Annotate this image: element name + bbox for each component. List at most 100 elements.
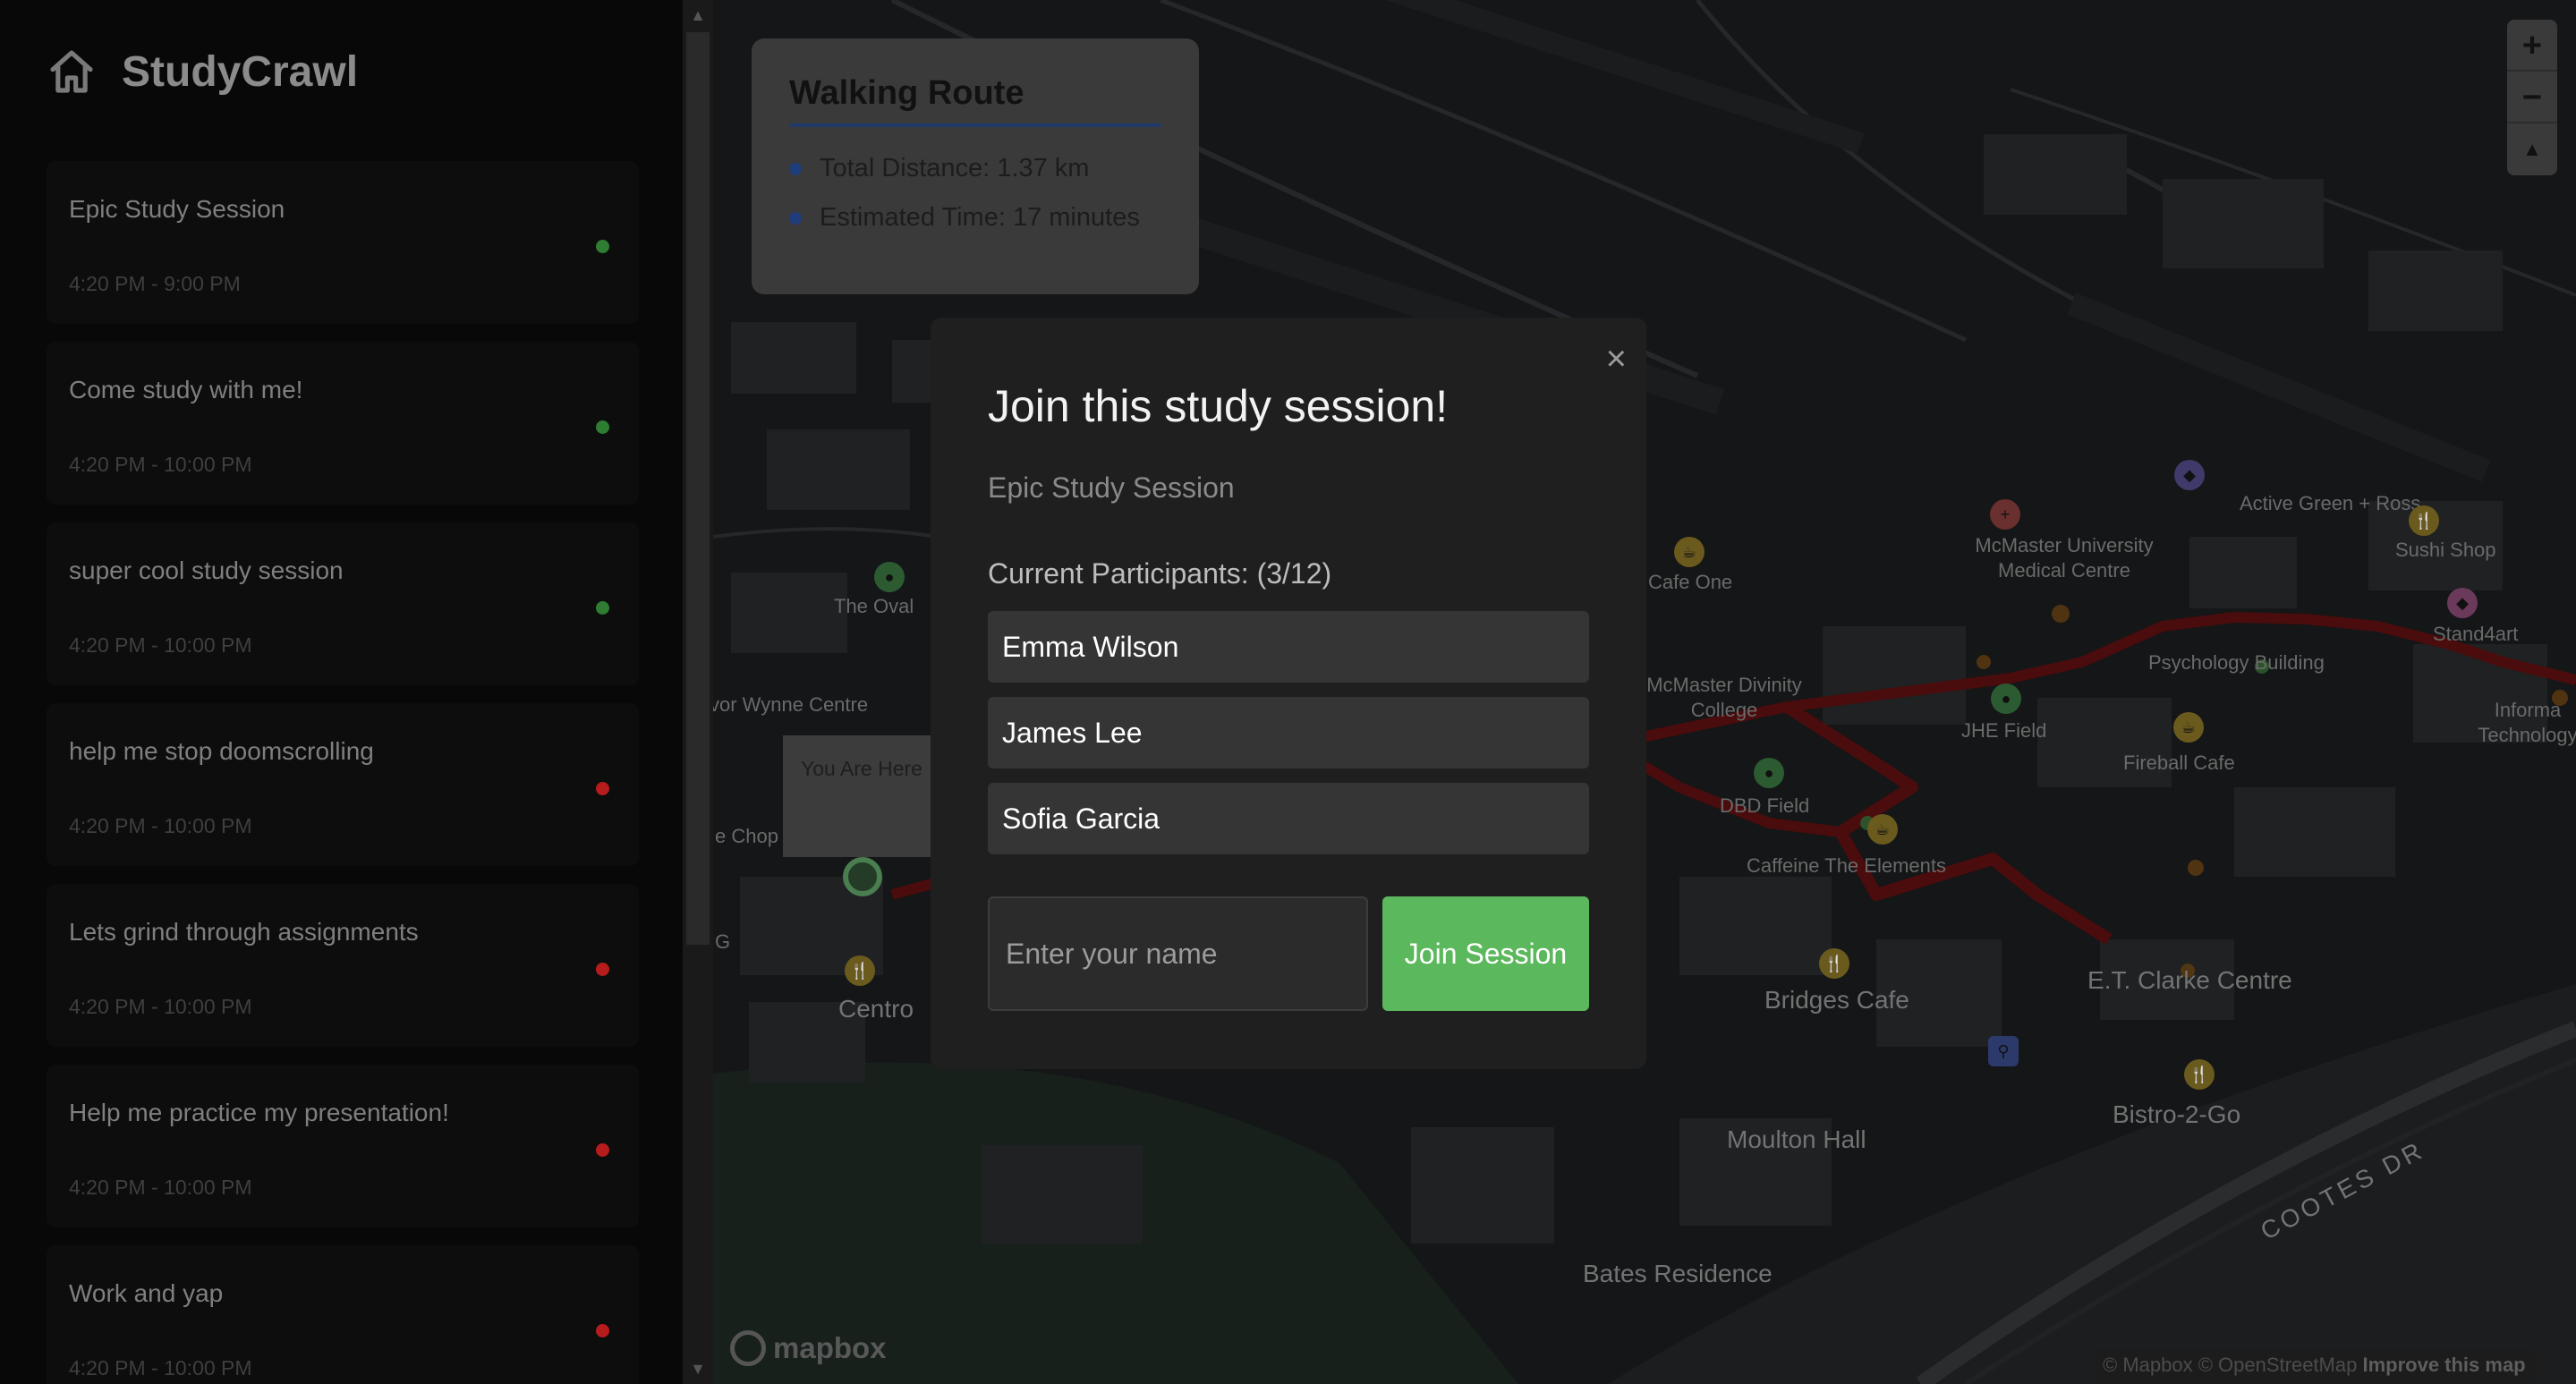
map-label-the-oval: The Oval: [834, 595, 914, 617]
art-pin-icon[interactable]: ◆: [2447, 588, 2478, 618]
route-title: Walking Route: [789, 74, 1161, 127]
map-label-stand4art: Stand4art: [2433, 623, 2519, 645]
brand[interactable]: StudyCrawl: [47, 47, 358, 97]
session-card[interactable]: Come study with me! 4:20 PM - 10:00 PM: [47, 342, 639, 505]
you-are-here-text: You Are Here: [801, 757, 922, 780]
cafe-pin-icon[interactable]: ☕: [1674, 537, 1705, 567]
session-card[interactable]: Lets grind through assignments 4:20 PM -…: [47, 884, 639, 1047]
sidebar-scrollbar[interactable]: ▲ ▼: [683, 0, 713, 1384]
walking-route-card: Walking Route Total Distance: 1.37 km Es…: [752, 38, 1199, 294]
session-card[interactable]: Epic Study Session 4:20 PM - 9:00 PM: [47, 161, 639, 324]
session-name: super cool study session: [69, 556, 344, 584]
participant-item: Sofia Garcia: [988, 783, 1589, 854]
restaurant-pin-icon[interactable]: 🍴: [1819, 948, 1849, 979]
close-icon[interactable]: ×: [1606, 341, 1627, 377]
compass-icon[interactable]: ▲: [2507, 123, 2557, 175]
session-time: 4:20 PM - 10:00 PM: [69, 1356, 252, 1380]
app-root: StudyCrawl Epic Study Session 4:20 PM - …: [0, 0, 2576, 1384]
mapbox-logo-icon: [730, 1330, 766, 1366]
join-session-button[interactable]: Join Session: [1382, 896, 1589, 1011]
session-name: Come study with me!: [69, 376, 303, 403]
status-dot: [596, 601, 609, 615]
scroll-down-arrow-icon[interactable]: ▼: [683, 1354, 713, 1384]
mapbox-logo[interactable]: mapbox: [730, 1330, 887, 1366]
user-location-marker[interactable]: [843, 857, 882, 896]
session-card[interactable]: super cool study session 4:20 PM - 10:00…: [47, 522, 639, 685]
status-dot: [596, 963, 609, 976]
map-label-moulton-hall: Moulton Hall: [1727, 1125, 1866, 1153]
scroll-up-arrow-icon[interactable]: ▲: [683, 0, 713, 30]
status-dot: [596, 782, 609, 795]
status-dot: [596, 240, 609, 253]
session-name: Lets grind through assignments: [69, 918, 419, 946]
route-distance: Total Distance: 1.37 km: [789, 154, 1161, 183]
map-label-g: G: [715, 930, 731, 953]
session-time: 4:20 PM - 9:00 PM: [69, 272, 241, 295]
attribution-text: © Mapbox © OpenStreetMap: [2103, 1354, 2358, 1376]
map-label-bates-residence: Bates Residence: [1583, 1260, 1773, 1287]
map-attribution: © Mapbox © OpenStreetMap Improve this ma…: [2094, 1349, 2535, 1381]
scrollbar-thumb[interactable]: [686, 32, 710, 945]
map-label-wynne-centre: vor Wynne Centre: [713, 693, 869, 716]
map-controls: + − ▲: [2507, 20, 2557, 175]
map-label-e-chop: e Chop: [715, 825, 778, 847]
cafe-pin-icon[interactable]: ☕: [2173, 712, 2204, 743]
map-label-fireball-cafe: Fireball Cafe: [2123, 751, 2235, 774]
session-time: 4:20 PM - 10:00 PM: [69, 814, 252, 837]
map-label-sushi-shop: Sushi Shop: [2395, 539, 2496, 561]
app-title: StudyCrawl: [122, 47, 359, 96]
map-label-centro: Centro: [838, 995, 914, 1023]
park-pin-icon[interactable]: ●: [874, 562, 905, 592]
zoom-in-button[interactable]: +: [2507, 20, 2557, 72]
status-dot: [596, 1324, 609, 1337]
name-input[interactable]: [988, 896, 1368, 1011]
cafe-pin-icon[interactable]: ☕: [1867, 814, 1898, 845]
modal-title: Join this study session!: [988, 381, 1449, 431]
join-session-modal: × Join this study session! Epic Study Se…: [931, 318, 1646, 1069]
bullet-icon: [789, 211, 802, 225]
map-label-psychology: Psychology Building: [2148, 651, 2325, 674]
session-name: Epic Study Session: [69, 195, 285, 223]
session-card[interactable]: Work and yap 4:20 PM - 10:00 PM: [47, 1245, 639, 1384]
mapbox-logo-text: mapbox: [773, 1331, 887, 1364]
session-time: 4:20 PM - 10:00 PM: [69, 1176, 252, 1199]
map-label-caffeine: Caffeine The Elements: [1747, 854, 1946, 877]
you-are-here-popup: You Are Here: [783, 735, 935, 857]
route-details: Total Distance: 1.37 km Estimated Time: …: [789, 154, 1161, 233]
session-name: Help me practice my presentation!: [69, 1099, 449, 1126]
zoom-out-button[interactable]: −: [2507, 72, 2557, 123]
map-label-jhe-field: JHE Field: [1961, 719, 2047, 742]
bullet-icon: [789, 162, 802, 175]
map-label-cafe-one: Cafe One: [1648, 571, 1733, 593]
status-dot: [596, 1143, 609, 1157]
session-card[interactable]: help me stop doomscrolling 4:20 PM - 10:…: [47, 703, 639, 866]
session-name: Work and yap: [69, 1279, 224, 1307]
route-time-text: Estimated Time: 17 minutes: [820, 203, 1140, 232]
bike-pin-icon[interactable]: ⚲: [1988, 1036, 2019, 1066]
session-time: 4:20 PM - 10:00 PM: [69, 995, 252, 1018]
restaurant-pin-icon[interactable]: 🍴: [2184, 1059, 2215, 1090]
sidebar: StudyCrawl Epic Study Session 4:20 PM - …: [0, 0, 683, 1384]
session-name: Epic Study Session: [988, 471, 1235, 504]
restaurant-pin-icon[interactable]: 🍴: [2409, 505, 2439, 536]
map-label-bridges-cafe: Bridges Cafe: [1764, 986, 1909, 1014]
map-label-mcmaster-medical: McMaster University Medical Centre: [1975, 534, 2154, 582]
participant-item: James Lee: [988, 697, 1589, 768]
restaurant-pin-icon[interactable]: 🍴: [845, 955, 875, 986]
home-icon: [50, 50, 93, 93]
session-card[interactable]: Help me practice my presentation! 4:20 P…: [47, 1065, 639, 1227]
shop-pin-icon[interactable]: ◆: [2174, 460, 2205, 490]
map-label-informa: Informa Technology: [2478, 699, 2576, 746]
participant-item: Emma Wilson: [988, 611, 1589, 683]
session-time: 4:20 PM - 10:00 PM: [69, 453, 252, 476]
improve-map-link[interactable]: Improve this map: [2362, 1354, 2525, 1376]
status-dot: [596, 420, 609, 434]
participants-label: Current Participants: (3/12): [988, 557, 1332, 590]
route-time: Estimated Time: 17 minutes: [789, 203, 1161, 233]
map-label-mcmaster-divinity: McMaster Divinity College: [1646, 674, 1802, 721]
park-pin-icon[interactable]: ●: [1991, 684, 2021, 714]
route-distance-text: Total Distance: 1.37 km: [820, 154, 1090, 183]
park-pin-icon[interactable]: ●: [1754, 758, 1784, 788]
session-name: help me stop doomscrolling: [69, 737, 374, 765]
hospital-pin-icon[interactable]: +: [1990, 499, 2020, 530]
